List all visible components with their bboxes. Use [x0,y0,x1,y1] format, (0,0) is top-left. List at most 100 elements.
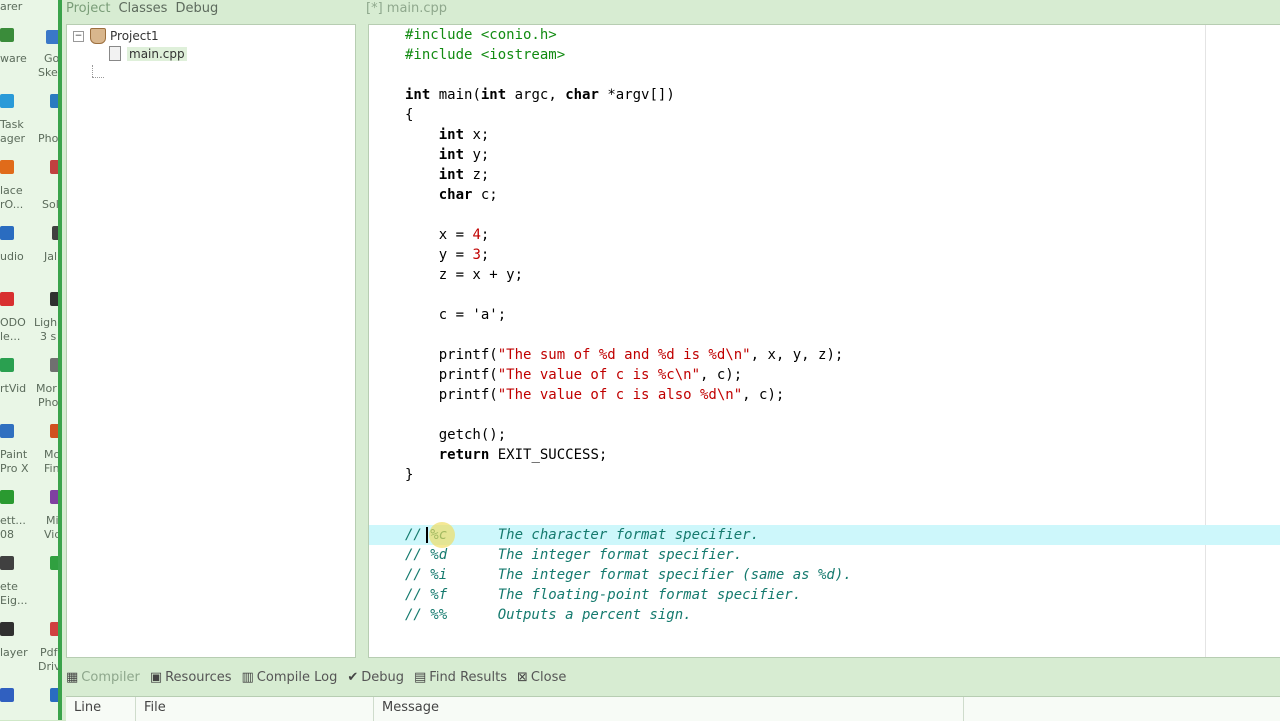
desktop-shortcut-label: arer [0,0,23,13]
desktop-shortcut-label: Jal [44,250,58,263]
code-line[interactable] [369,405,1280,425]
desktop-shortcut-label: Paint [0,448,28,461]
code-token: // %% Outputs a percent sign. [405,607,692,623]
code-line[interactable] [369,325,1280,345]
code-line[interactable] [369,285,1280,305]
code-line[interactable]: { [369,105,1280,125]
desktop-shortcut-label: rtVid [0,382,27,395]
tab-project[interactable]: Project [62,0,114,18]
code-token: // %f The floating-point format specifie… [405,587,802,603]
bottom-tab-label: Debug [361,670,404,685]
code-line[interactable]: // %c The character format specifier. [369,522,1280,548]
desktop-shortcut-label: 3 s [40,330,57,343]
code-lines[interactable]: #include <conio.h> #include <iostream> int… [369,25,1280,625]
code-line[interactable]: // %f The floating-point format specifie… [369,585,1280,605]
code-line[interactable]: int z; [369,165,1280,185]
desktop-shortcut-icon[interactable] [0,226,14,240]
desktop-shortcut-icon[interactable] [0,622,14,636]
code-token: // %d The integer format specifier. [405,547,743,563]
code-line[interactable]: char c; [369,185,1280,205]
code-line[interactable]: getch(); [369,425,1280,445]
close-icon: ⊠ [517,670,528,685]
code-token: z = x + y; [405,267,524,283]
code-line[interactable]: y = 3; [369,245,1280,265]
bottom-tab-close[interactable]: ⊠ Close [517,664,566,692]
code-token: printf( [405,347,498,363]
bottom-tab-label: Close [530,670,567,685]
bottom-tab-debug[interactable]: ✔ Debug [347,664,404,692]
code-line[interactable]: int x; [369,125,1280,145]
desktop-shortcut-label: Sol [42,198,59,211]
code-token: , x, y, z); [750,347,844,363]
desktop-shortcut-icon[interactable] [0,556,14,570]
code-line[interactable] [369,65,1280,85]
desktop-shortcut-label: Task [0,118,24,131]
code-line[interactable]: printf("The value of c is %c\n", c); [369,365,1280,385]
desktop-shortcut-label: udio [0,250,24,263]
code-token: int [438,167,465,183]
desktop-shortcut-label: layer [0,646,28,659]
code-line[interactable]: int main(int argc, char *argv[]) [369,85,1280,105]
editor-tab-main-cpp[interactable]: [*] main.cpp [362,0,451,18]
code-token: getch(); [405,427,507,443]
code-line[interactable]: #include <iostream> [369,45,1280,65]
desktop-shortcut-icon[interactable] [0,292,14,306]
desktop-shortcut-icon[interactable] [0,424,14,438]
tab-debug[interactable]: Debug [171,0,222,18]
desktop-shortcut-label: ete [0,580,18,593]
message-list-header: Line File Message [66,696,1280,721]
desktop-icons-strip: arer ware Go Ske Task ager Pho lace rO... Sol udio… [0,0,61,720]
bottom-tab-compiler[interactable]: ▦ Compiler [66,664,140,692]
column-line[interactable]: Line [66,697,136,721]
desktop-shortcut-icon[interactable] [0,490,14,504]
code-token: return [438,447,490,463]
column-message[interactable]: Message [374,697,964,721]
desktop-shortcut-icon[interactable] [0,160,14,174]
desktop-shortcut-label: lace [0,184,23,197]
file-icon [109,46,121,61]
bottom-tab-find-results[interactable]: ▤ Find Results [414,664,507,692]
column-file[interactable]: File [136,697,374,721]
code-token: #include <conio.h> [405,27,557,43]
code-line[interactable] [369,205,1280,225]
tree-item-project[interactable]: − Project1 [73,28,159,44]
bottom-tab-resources[interactable]: ▣ Resources [150,664,232,692]
tab-classes[interactable]: Classes [114,0,171,18]
code-line[interactable]: // %i The integer format specifier (same… [369,565,1280,585]
bottom-panel-tabs: ▦ Compiler ▣ Resources ▥ Compile Log ✔ Debug ▤ Fi… [62,664,1280,692]
code-line[interactable] [369,505,1280,525]
code-line[interactable]: // %d The integer format specifier. [369,545,1280,565]
code-line[interactable]: int y; [369,145,1280,165]
desktop-shortcut-label: ett... [0,514,26,527]
code-token: // %c The character format specifier. [405,527,760,543]
code-token: char [565,87,599,103]
desktop-shortcut-label: ODO [0,316,26,329]
bottom-tab-label: Resources [165,670,232,685]
code-editor[interactable]: #include <conio.h> #include <iostream> int… [368,24,1280,658]
code-line[interactable]: z = x + y; [369,265,1280,285]
code-line[interactable]: // %% Outputs a percent sign. [369,605,1280,625]
project-tree: − Project1 main.cpp [66,24,356,658]
code-line[interactable]: printf("The value of c is also %d\n", c)… [369,385,1280,405]
code-line[interactable]: return EXIT_SUCCESS; [369,445,1280,465]
bottom-tab-compile-log[interactable]: ▥ Compile Log [242,664,338,692]
code-line[interactable]: #include <conio.h> [369,25,1280,45]
code-line[interactable]: c = 'a'; [369,305,1280,325]
code-line[interactable]: } [369,465,1280,485]
collapse-icon[interactable]: − [73,30,84,42]
code-line[interactable]: printf("The sum of %d and %d is %d\n", x… [369,345,1280,365]
desktop-shortcut-label: ager [0,132,26,145]
code-line[interactable] [369,485,1280,505]
code-line[interactable]: x = 4; [369,225,1280,245]
desktop-shortcut-icon[interactable] [0,94,14,108]
desktop-shortcut-icon[interactable] [0,688,14,702]
code-token: int [438,147,465,163]
desktop-shortcut-icon[interactable] [0,28,14,42]
desktop-shortcut-icon[interactable] [0,358,14,372]
tree-item-main-cpp[interactable]: main.cpp [109,46,187,61]
desktop-shortcut-label: Mi [46,514,59,527]
code-token: argc, [506,87,566,103]
